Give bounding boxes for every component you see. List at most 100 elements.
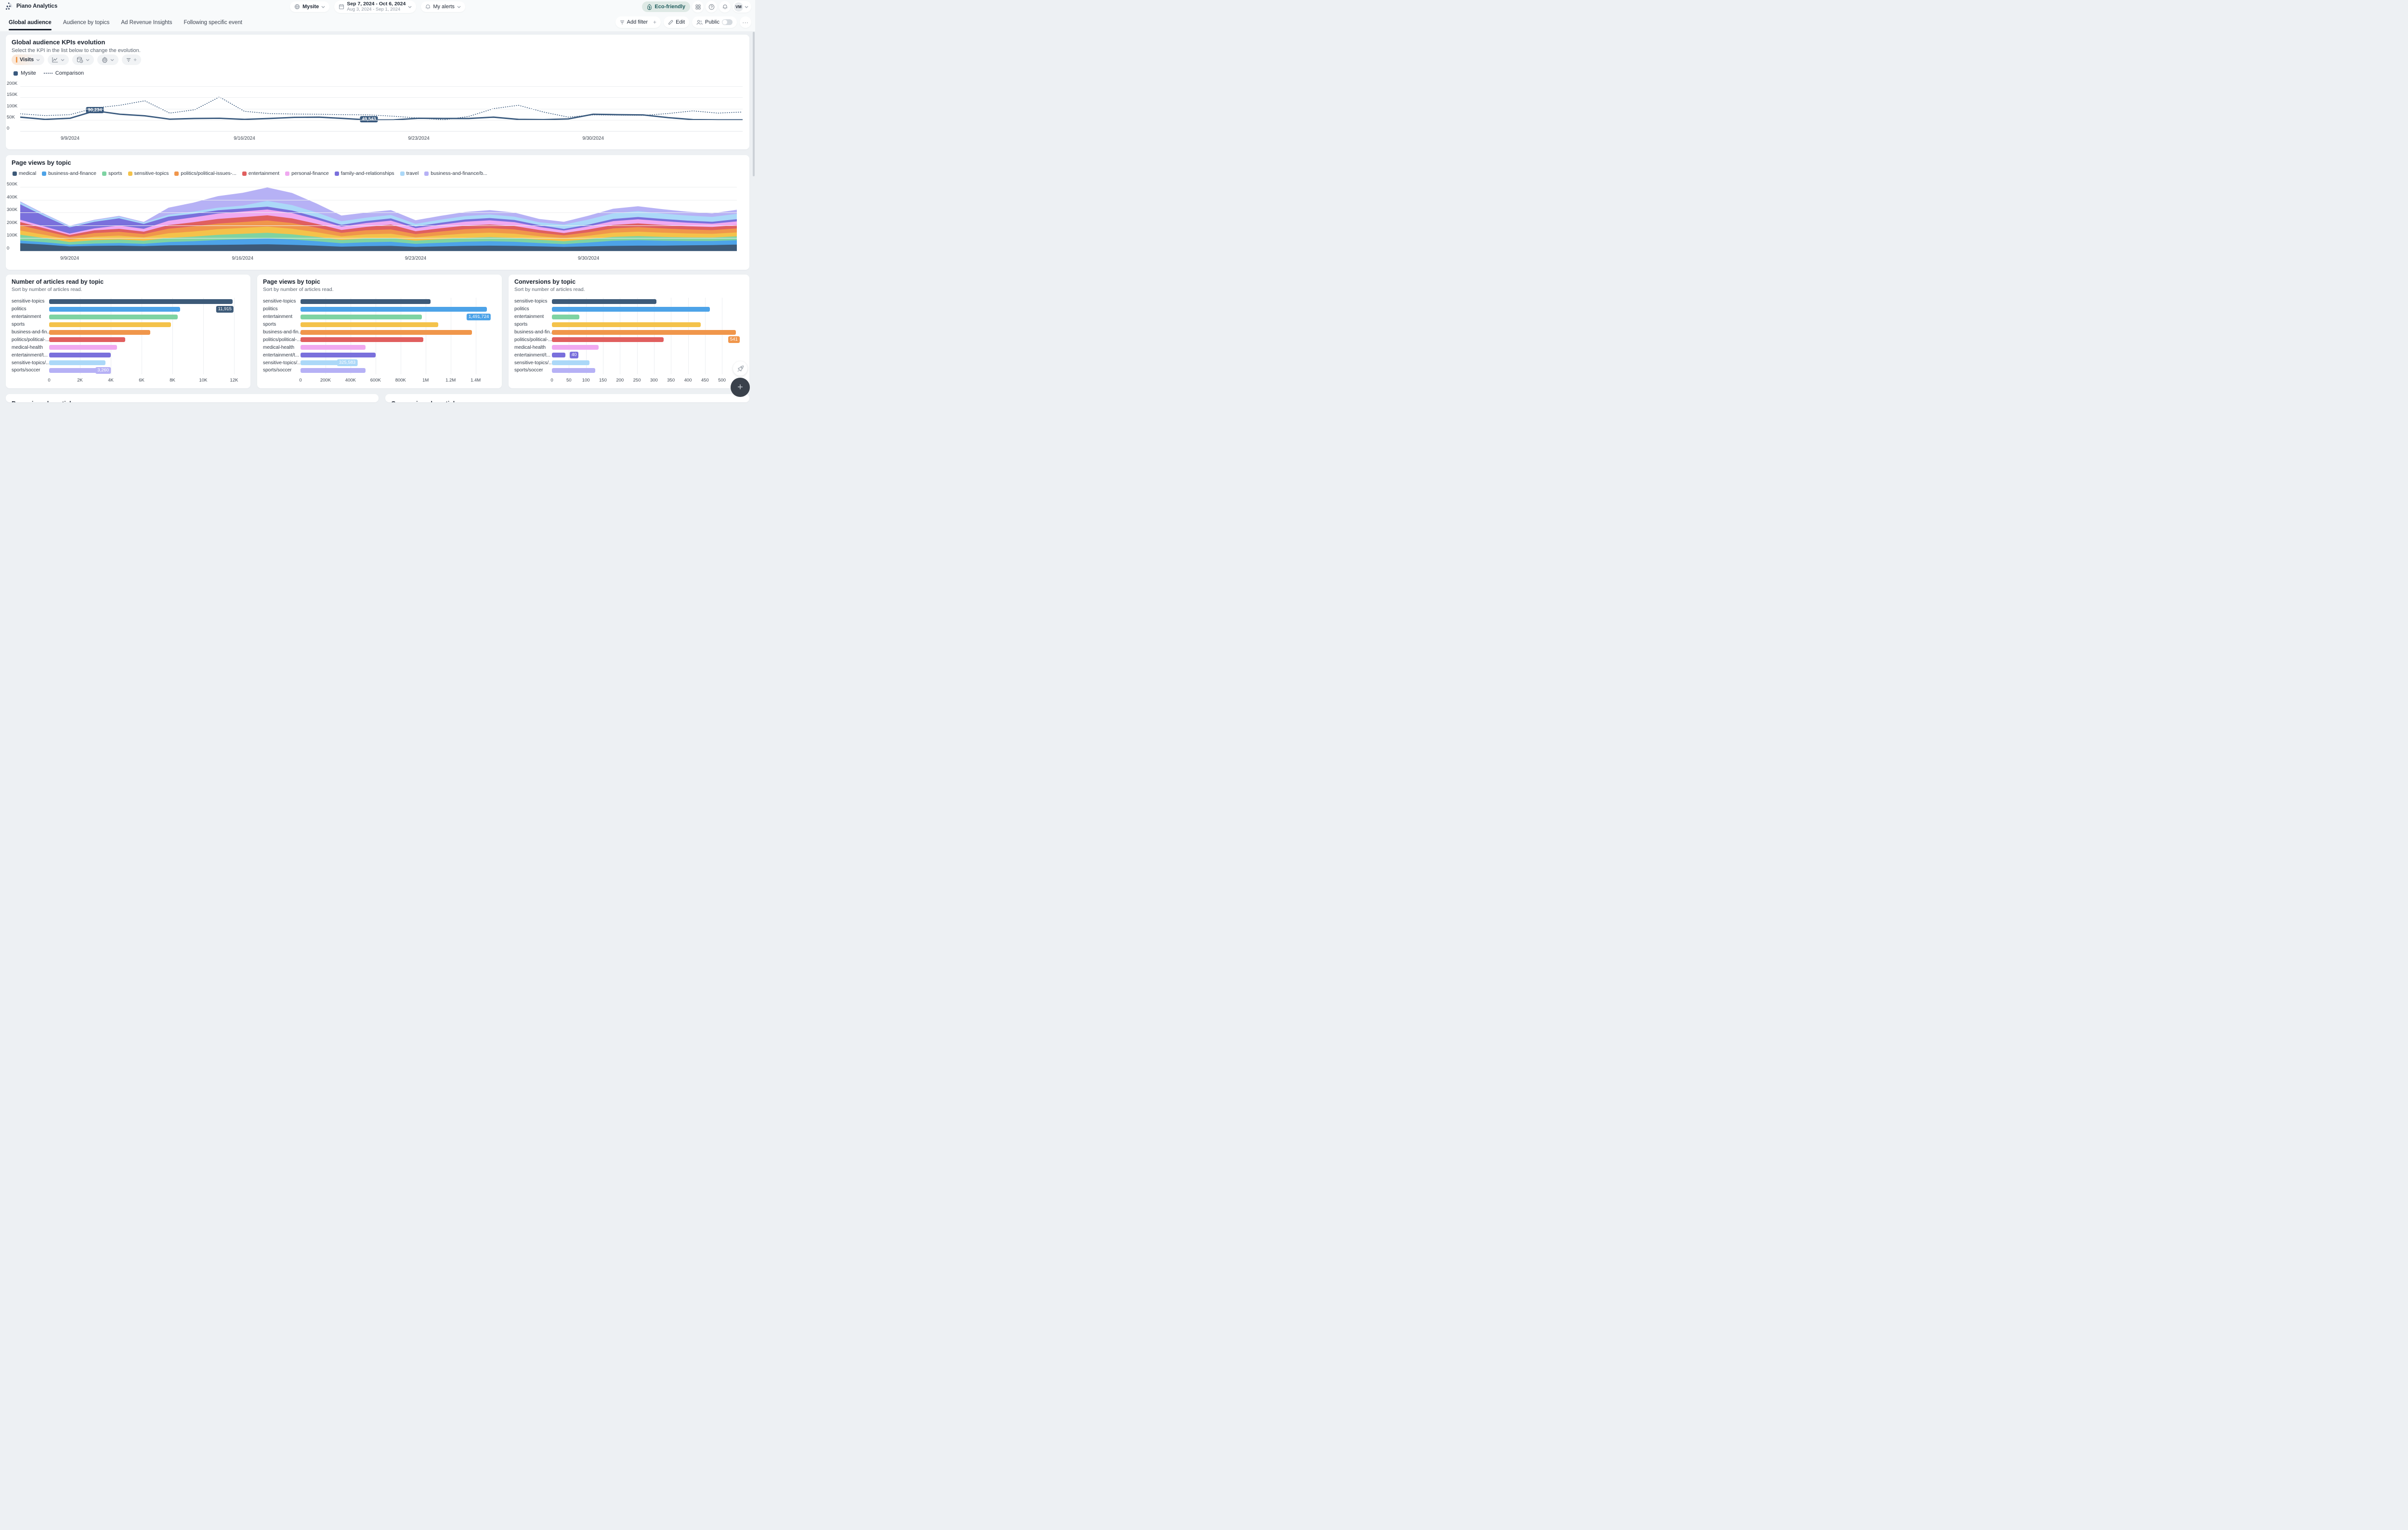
legend-item-sensitive-topics[interactable]: sensitive-topics (128, 171, 169, 176)
bar[interactable] (301, 368, 366, 373)
bar[interactable] (301, 330, 472, 335)
bar[interactable] (49, 299, 233, 304)
bar-row: sensitive-topics (514, 298, 741, 305)
chevron-down-icon (745, 6, 748, 8)
tab-global-audience[interactable]: Global audience (9, 13, 52, 31)
bar-row: sensitive-topics/... (263, 359, 493, 367)
bar[interactable] (49, 360, 105, 365)
bar[interactable] (552, 345, 599, 350)
chart-filter-button[interactable]: + (122, 54, 141, 65)
legend-item-business-and-finance-b-[interactable]: business-and-finance/b... (424, 171, 487, 176)
legend-item-family-and-relationships[interactable]: family-and-relationships (335, 171, 394, 176)
my-alerts-selector[interactable]: My alerts (421, 1, 465, 12)
comparison-dotted-swatch (44, 73, 52, 74)
bar[interactable] (552, 330, 736, 335)
bar-category-label: medical-health (263, 345, 301, 350)
more-options-button[interactable]: ... (740, 16, 751, 28)
edit-label: Edit (676, 19, 685, 25)
bar-row: politics/political-... (263, 336, 493, 343)
legend-item-travel[interactable]: travel (400, 171, 419, 176)
bar[interactable] (49, 307, 180, 312)
bar[interactable] (301, 315, 422, 319)
tab-following-specific-event[interactable]: Following specific event (184, 13, 242, 31)
plus-icon: + (653, 19, 656, 26)
bar-category-label: politics (514, 306, 552, 312)
legend-item-medical[interactable]: medical (13, 171, 36, 176)
bar[interactable] (301, 337, 423, 342)
bar-track (552, 360, 741, 365)
bar-track (552, 330, 741, 335)
bar-x-tick-label: 100 (582, 378, 590, 383)
bar[interactable] (552, 360, 589, 365)
bar[interactable] (552, 322, 701, 327)
tab-audience-by-topics[interactable]: Audience by topics (63, 13, 110, 31)
bar[interactable] (552, 307, 710, 312)
gear-icon (102, 57, 108, 63)
legend-label: personal-finance (291, 171, 329, 176)
area-x-tick-label: 9/23/2024 (405, 256, 427, 261)
legend-item-entertainment[interactable]: entertainment (242, 171, 279, 176)
add-filter-button[interactable]: Add filter + (615, 16, 661, 28)
user-menu[interactable]: VM (733, 1, 751, 13)
bar[interactable] (49, 368, 99, 373)
site-name: Mysite (302, 4, 319, 10)
bar-category-label: business-and-fin... (263, 330, 301, 335)
bar-row: sports/soccer (514, 367, 741, 374)
edit-button[interactable]: Edit (664, 16, 689, 28)
legend-item-business-and-finance[interactable]: business-and-finance (42, 171, 96, 176)
public-toggle-group[interactable]: Public (692, 16, 737, 28)
date-range-selector[interactable]: Sep 7, 2024 - Oct 6, 2024 Aug 3, 2024 - … (334, 0, 416, 13)
pageviews-article-card: Page views by article (6, 394, 379, 402)
bar[interactable] (552, 315, 579, 319)
chevron-down-icon (110, 59, 114, 61)
kpi-y-tick-label: 150K (7, 92, 19, 97)
legend-item-sports[interactable]: sports (102, 171, 122, 176)
bar[interactable] (49, 315, 178, 319)
legend-swatch (13, 171, 17, 176)
chart-type-selector[interactable] (48, 54, 69, 65)
bar[interactable] (49, 330, 150, 335)
point-value-label: 49,543 (360, 116, 378, 122)
bar[interactable] (301, 360, 341, 365)
legend-item-politics-political-issues-[interactable]: politics/political-issues-... (174, 171, 236, 176)
bar-row: medical-health (263, 343, 493, 351)
bar[interactable] (49, 337, 125, 342)
bar-row: sensitive-topics (263, 298, 493, 305)
legend-item-personal-finance[interactable]: personal-finance (285, 171, 329, 176)
bar[interactable] (552, 368, 595, 373)
boost-button[interactable] (733, 361, 747, 376)
bar[interactable] (49, 353, 111, 357)
pageviews-area-chart[interactable] (20, 187, 737, 251)
bar-x-tick-label: 350 (667, 378, 675, 383)
bar[interactable] (552, 299, 656, 304)
bar[interactable] (552, 337, 664, 342)
app-chrome: Piano Analytics Mysite (0, 0, 755, 31)
public-toggle[interactable] (722, 19, 733, 25)
add-widget-fab[interactable]: + (731, 378, 750, 397)
bar[interactable] (552, 353, 565, 357)
bar-rows: sensitive-topicspoliticsentertainmentspo… (514, 298, 741, 374)
bar[interactable] (49, 345, 117, 350)
bar-track (301, 315, 493, 319)
tab-ad-revenue-insights[interactable]: Ad Revenue Insights (121, 13, 172, 31)
bar[interactable] (301, 322, 438, 327)
bar-row: politics (514, 305, 741, 313)
bar[interactable] (301, 345, 366, 350)
bar-x-tick-label: 600K (370, 378, 381, 383)
settings-selector[interactable] (97, 54, 118, 65)
eco-friendly-badge[interactable]: Eco-friendly (642, 1, 690, 12)
kpi-x-tick-label: 9/23/2024 (408, 136, 430, 141)
help-button[interactable] (706, 1, 717, 13)
apps-grid-button[interactable] (692, 1, 704, 13)
area-legend: medical business-and-finance sports sensiti… (13, 171, 487, 176)
bar[interactable] (301, 353, 376, 357)
vertical-scrollbar[interactable] (753, 32, 755, 176)
bar[interactable] (301, 307, 487, 312)
bar[interactable] (49, 322, 171, 327)
data-source-selector[interactable] (72, 54, 94, 65)
bar[interactable] (301, 299, 431, 304)
site-selector[interactable]: Mysite (290, 1, 329, 12)
bar-category-label: sensitive-topics (514, 299, 552, 304)
notifications-button[interactable] (719, 1, 731, 13)
kpi-selector[interactable]: Visits (12, 54, 44, 65)
